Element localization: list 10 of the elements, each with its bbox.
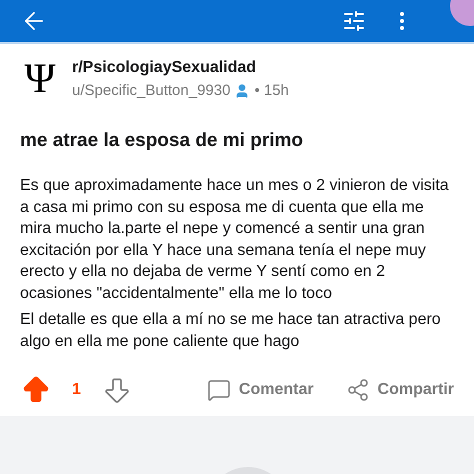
share-button[interactable]: Compartir (346, 378, 454, 402)
subreddit-icon[interactable]: Ψ (20, 58, 60, 100)
post-paragraph: Es que aproximadamente hace un mes o 2 vinieron de visita a casa mi primo con su esposa me di cuenta que ella me mira mucho la.parte el nepe y comencé a sentir una gran excitación por ella Y hace una semana tenía el nepe muy erecto y ella no dejaba de verme Y sentí como en 2 ocasiones "accidentalmente" ella me lo toco (20, 176, 450, 304)
post-paragraph: El detalle es que ella a mí no se me hace tan atractiva pero algo en ella me pone caliente que hago (20, 310, 442, 352)
post-time: • 15h (254, 81, 289, 101)
post-title: me atrae la esposa de mi primo (19, 128, 304, 152)
subreddit-name[interactable]: r/PsicologiaySexualidad (72, 56, 289, 80)
vote-count: 1 (72, 380, 81, 400)
author-name[interactable]: u/Specific_Button_9930 (72, 80, 230, 102)
comment-button[interactable]: Comentar (206, 378, 314, 402)
